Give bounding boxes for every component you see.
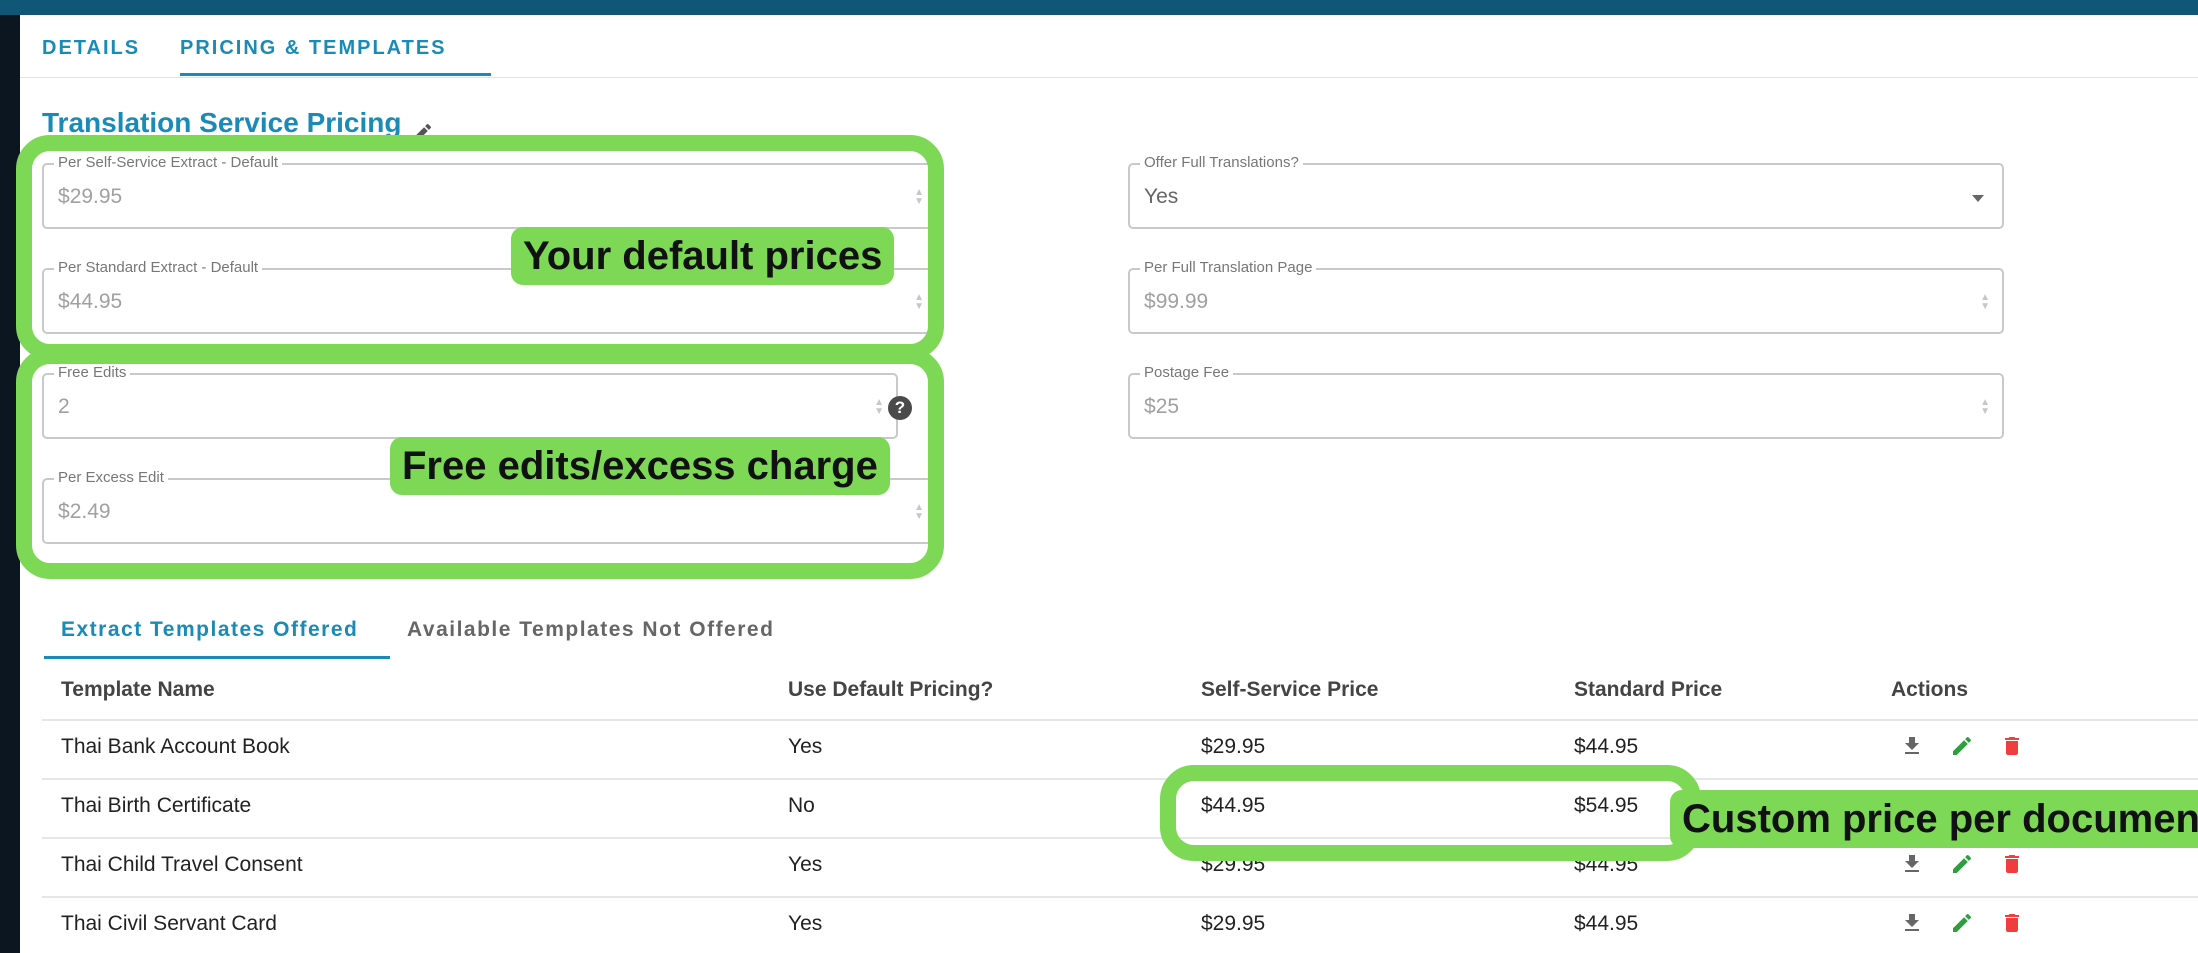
- delete-trash-icon[interactable]: [2000, 734, 2024, 763]
- dropdown-caret-icon[interactable]: [1972, 195, 1984, 202]
- standard-price-cell: $44.95: [1574, 912, 1639, 935]
- download-icon[interactable]: [1900, 734, 1924, 763]
- spinner-icon[interactable]: ▲ ▼: [1980, 398, 1990, 417]
- row-divider: [42, 719, 2198, 721]
- field-label: Postage Fee: [1140, 364, 1234, 382]
- custom-price-callout: Custom price per document: [1670, 790, 2198, 848]
- template-name-cell: Thai Civil Servant Card: [61, 912, 277, 935]
- offer-full-translations-select[interactable]: Offer Full Translations? Yes: [1128, 154, 2004, 229]
- edit-pencil-icon[interactable]: [1950, 911, 1974, 940]
- tab-templates-offered[interactable]: Extract Templates Offered: [61, 618, 358, 642]
- main-panel: DETAILS PRICING & TEMPLATES Translation …: [16, 15, 2198, 953]
- tab-divider: [20, 77, 2198, 78]
- use-default-cell: No: [788, 794, 815, 817]
- full-translation-page-field[interactable]: Per Full Translation Page $99.99 ▲ ▼: [1128, 259, 2004, 334]
- column-header: Actions: [1891, 678, 1969, 701]
- use-default-cell: Yes: [788, 912, 823, 935]
- row-divider: [42, 778, 2198, 780]
- column-header[interactable]: Standard Price: [1574, 678, 1722, 702]
- row-divider: [42, 896, 2198, 898]
- tab-templates-not-offered[interactable]: Available Templates Not Offered: [407, 618, 774, 642]
- tab-details[interactable]: DETAILS: [42, 37, 140, 60]
- edit-pencil-icon[interactable]: [1950, 734, 1974, 763]
- self-service-price-cell: $29.95: [1201, 735, 1266, 758]
- delete-trash-icon[interactable]: [2000, 911, 2024, 940]
- field-label: Offer Full Translations?: [1140, 154, 1303, 172]
- download-icon[interactable]: [1900, 911, 1924, 940]
- top-window-bar: [0, 0, 2198, 15]
- free-edits-callout: Free edits/excess charge: [390, 437, 890, 495]
- template-name-cell: Thai Child Travel Consent: [61, 853, 303, 876]
- self-service-price-cell: $29.95: [1201, 912, 1266, 935]
- field-value: $25: [1144, 395, 1180, 418]
- column-header[interactable]: Template Name: [61, 678, 215, 702]
- field-label: Per Full Translation Page: [1140, 259, 1317, 277]
- spinner-icon[interactable]: ▲ ▼: [1980, 293, 1990, 312]
- column-header[interactable]: Self-Service Price: [1201, 678, 1378, 702]
- standard-price-cell: $44.95: [1574, 735, 1639, 758]
- active-subtab-indicator: [44, 656, 390, 659]
- default-prices-callout: Your default prices: [511, 227, 895, 285]
- postage-fee-field[interactable]: Postage Fee $25 ▲ ▼: [1128, 364, 2004, 439]
- download-icon[interactable]: [1900, 852, 1924, 881]
- edit-pencil-icon[interactable]: [1950, 852, 1974, 881]
- field-value: $99.99: [1144, 290, 1209, 313]
- active-tab-indicator: [180, 73, 491, 76]
- delete-trash-icon[interactable]: [2000, 852, 2024, 881]
- use-default-cell: Yes: [788, 853, 823, 876]
- column-header[interactable]: Use Default Pricing?: [788, 678, 993, 702]
- tab-pricing-templates[interactable]: PRICING & TEMPLATES: [180, 37, 447, 60]
- field-value: Yes: [1144, 185, 1179, 208]
- custom-price-highlight: [1160, 765, 1701, 861]
- template-name-cell: Thai Bank Account Book: [61, 735, 290, 758]
- template-name-cell: Thai Birth Certificate: [61, 794, 252, 817]
- use-default-cell: Yes: [788, 735, 823, 758]
